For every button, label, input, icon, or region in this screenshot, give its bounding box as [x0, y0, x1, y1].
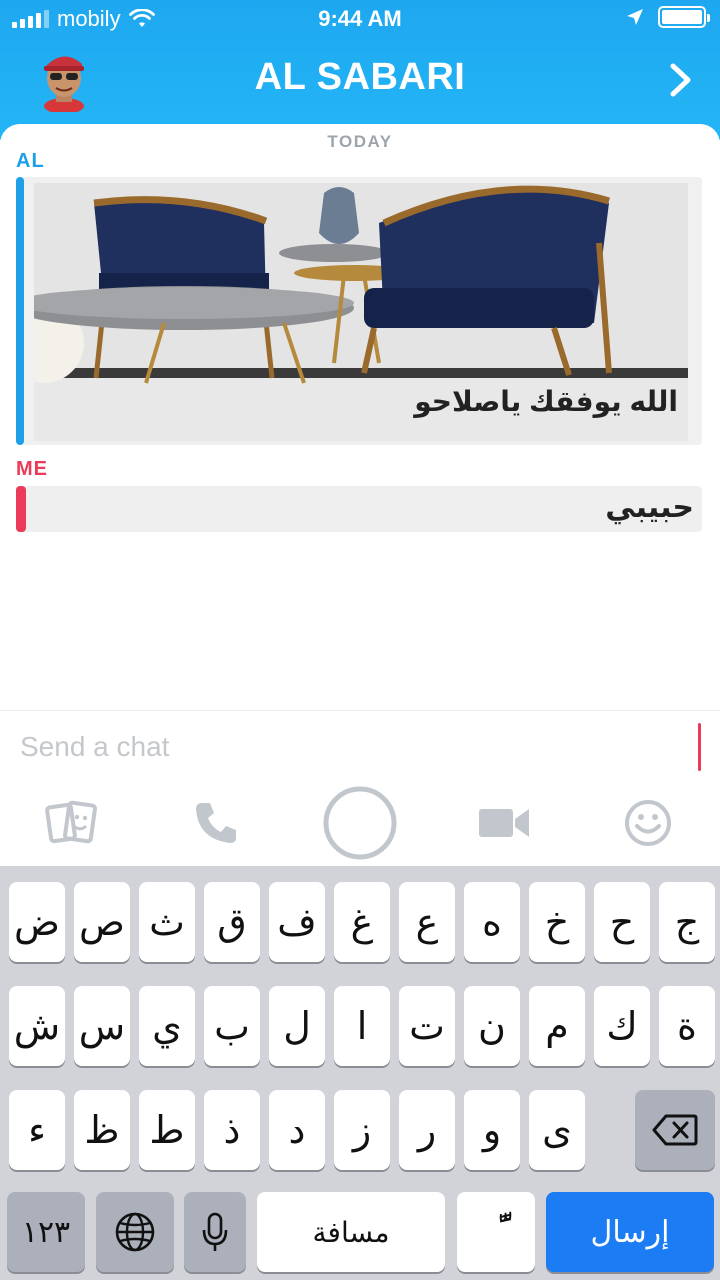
- capture-button-icon: [323, 786, 397, 860]
- key[interactable]: ص: [74, 882, 130, 962]
- key[interactable]: ض: [9, 882, 65, 962]
- key[interactable]: ط: [139, 1090, 195, 1170]
- key[interactable]: ى: [529, 1090, 585, 1170]
- key[interactable]: ق: [204, 882, 260, 962]
- key[interactable]: س: [74, 986, 130, 1066]
- key[interactable]: م: [529, 986, 585, 1066]
- voice-call-button[interactable]: [176, 783, 256, 863]
- backspace-key[interactable]: [635, 1090, 715, 1170]
- key[interactable]: ه: [464, 882, 520, 962]
- status-bar: mobily 9:44 AM: [0, 0, 720, 40]
- phone-icon: [196, 803, 236, 843]
- diacritic-key[interactable]: ًّ: [457, 1192, 535, 1272]
- video-call-button[interactable]: [464, 783, 544, 863]
- stickers-icon: [45, 800, 97, 844]
- emoji-icon: [625, 800, 671, 846]
- chevron-right-icon[interactable]: [668, 62, 694, 98]
- key[interactable]: ج: [659, 882, 715, 962]
- key[interactable]: ر: [399, 1090, 455, 1170]
- text-cursor: [698, 723, 701, 771]
- key[interactable]: غ: [334, 882, 390, 962]
- send-key[interactable]: إرسال: [546, 1192, 714, 1272]
- backspace-icon: [652, 1114, 698, 1146]
- status-right: [626, 6, 710, 28]
- key[interactable]: ش: [9, 986, 65, 1066]
- key[interactable]: و: [464, 1090, 520, 1170]
- chat-header: mobily 9:44 AM AL SABARI: [0, 0, 720, 140]
- key[interactable]: ف: [269, 882, 325, 962]
- globe-key[interactable]: [96, 1192, 174, 1272]
- arabic-keyboard: ج ح خ ه ع غ ف ق ث ص ض ة ك م ن ت ا ل ب ي …: [0, 866, 720, 1280]
- chat-thread[interactable]: TODAY AL الله يوفقك ياصلاحو ME حبيبي: [0, 124, 720, 710]
- key[interactable]: ك: [594, 986, 650, 1066]
- emoji-button[interactable]: [608, 783, 688, 863]
- date-separator: TODAY: [327, 132, 393, 151]
- sender-label-al: AL: [16, 150, 45, 172]
- sender-bar: [16, 177, 24, 445]
- key[interactable]: ل: [269, 986, 325, 1066]
- key[interactable]: ن: [464, 986, 520, 1066]
- image-caption: الله يوفقك ياصلاحو: [414, 386, 678, 417]
- video-icon: [479, 809, 529, 837]
- key[interactable]: ت: [399, 986, 455, 1066]
- message-image-al[interactable]: الله يوفقك ياصلاحو: [16, 177, 702, 445]
- status-time: 9:44 AM: [318, 6, 402, 31]
- chat-toolbar: [0, 783, 720, 863]
- numbers-key[interactable]: ١٢٣: [7, 1192, 85, 1272]
- key[interactable]: ب: [204, 986, 260, 1066]
- location-arrow-icon: [627, 9, 643, 25]
- composer: [0, 710, 720, 866]
- capture-button[interactable]: [320, 783, 400, 863]
- stickers-button[interactable]: [32, 783, 112, 863]
- globe-icon: [115, 1212, 155, 1252]
- microphone-icon: [202, 1212, 228, 1251]
- key[interactable]: ع: [399, 882, 455, 962]
- key[interactable]: ظ: [74, 1090, 130, 1170]
- chat-input[interactable]: [20, 725, 680, 769]
- key[interactable]: ث: [139, 882, 195, 962]
- key[interactable]: د: [269, 1090, 325, 1170]
- message-text: حبيبي: [605, 491, 694, 524]
- key[interactable]: ز: [334, 1090, 390, 1170]
- sender-bar: [16, 486, 26, 532]
- battery-icon: [658, 6, 710, 28]
- sender-label-me: ME: [16, 458, 48, 480]
- key[interactable]: ء: [9, 1090, 65, 1170]
- dictation-key[interactable]: [184, 1192, 246, 1272]
- space-key[interactable]: مسافة: [257, 1192, 445, 1272]
- key[interactable]: ي: [139, 986, 195, 1066]
- chat-title[interactable]: AL SABARI: [0, 56, 720, 99]
- key[interactable]: خ: [529, 882, 585, 962]
- key[interactable]: ذ: [204, 1090, 260, 1170]
- key[interactable]: ا: [334, 986, 390, 1066]
- message-text-me[interactable]: حبيبي: [16, 486, 702, 532]
- key[interactable]: ة: [659, 986, 715, 1066]
- key[interactable]: ح: [594, 882, 650, 962]
